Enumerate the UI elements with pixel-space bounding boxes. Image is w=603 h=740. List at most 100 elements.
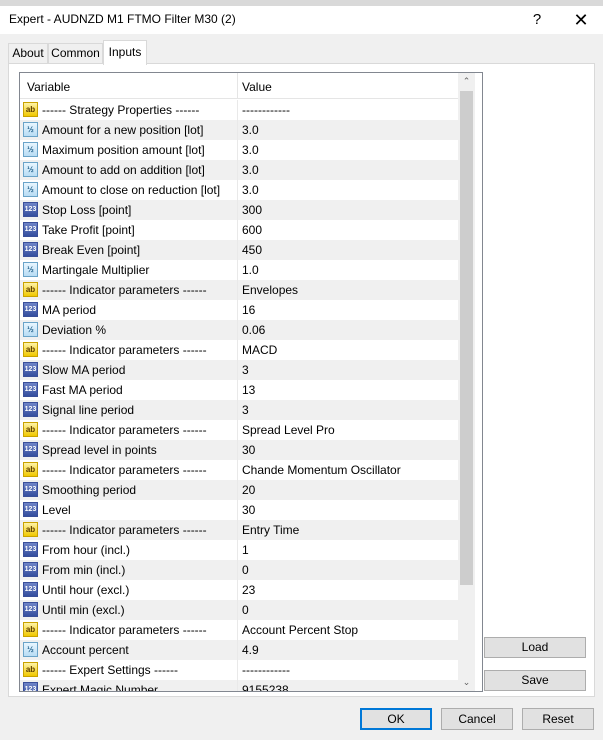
- table-row[interactable]: 123 Signal line period 3: [20, 400, 458, 420]
- variable-value[interactable]: 3.0: [242, 143, 259, 157]
- column-header-variable[interactable]: Variable: [27, 80, 70, 94]
- variable-value[interactable]: 450: [242, 243, 262, 257]
- variable-value[interactable]: 16: [242, 303, 255, 317]
- variable-value[interactable]: 0: [242, 563, 249, 577]
- table-row[interactable]: 123 Level 30: [20, 500, 458, 520]
- integer-type-icon: 123: [23, 222, 38, 237]
- double-type-icon: ½: [23, 262, 38, 277]
- column-separator[interactable]: [237, 73, 238, 99]
- scroll-up-icon[interactable]: ⌃: [458, 73, 475, 90]
- tab-common[interactable]: Common: [48, 43, 103, 63]
- variable-value[interactable]: Chande Momentum Oscillator: [242, 463, 401, 477]
- help-icon[interactable]: ?: [527, 9, 547, 31]
- vertical-scrollbar[interactable]: ⌃ ⌄: [458, 73, 475, 691]
- ok-button[interactable]: OK: [360, 708, 432, 730]
- double-type-icon: ½: [23, 122, 38, 137]
- variable-value[interactable]: 0: [242, 603, 249, 617]
- table-row[interactable]: ab ------ Indicator parameters ------ Chan…: [20, 460, 458, 480]
- variable-value[interactable]: 30: [242, 443, 255, 457]
- table-row[interactable]: ½ Deviation % 0.06: [20, 320, 458, 340]
- cell-separator: [237, 280, 238, 300]
- variable-value[interactable]: Entry Time: [242, 523, 299, 537]
- save-button[interactable]: Save: [484, 670, 586, 691]
- table-row[interactable]: ab ------ Indicator parameters ------ Entr…: [20, 520, 458, 540]
- cell-separator: [237, 260, 238, 280]
- cell-separator: [237, 300, 238, 320]
- table-row[interactable]: 123 Expert Magic Number 9155238: [20, 680, 458, 691]
- variable-name: ------ Indicator parameters ------: [42, 623, 207, 637]
- table-row[interactable]: 123 Stop Loss [point] 300: [20, 200, 458, 220]
- variable-value[interactable]: Spread Level Pro: [242, 423, 335, 437]
- table-row[interactable]: 123 Until hour (excl.) 23: [20, 580, 458, 600]
- cancel-button[interactable]: Cancel: [441, 708, 513, 730]
- variable-name: Amount to add on addition [lot]: [42, 163, 205, 177]
- table-row[interactable]: 123 Slow MA period 3: [20, 360, 458, 380]
- integer-type-icon: 123: [23, 362, 38, 377]
- variable-value[interactable]: 3.0: [242, 163, 259, 177]
- table-row[interactable]: ab ------ Indicator parameters ------ MACD: [20, 340, 458, 360]
- variable-value[interactable]: Account Percent Stop: [242, 623, 358, 637]
- variable-name: Until min (excl.): [42, 603, 125, 617]
- table-row[interactable]: 123 Spread level in points 30: [20, 440, 458, 460]
- table-row[interactable]: 123 From min (incl.) 0: [20, 560, 458, 580]
- cell-separator: [237, 680, 238, 691]
- integer-type-icon: 123: [23, 682, 38, 691]
- variable-value[interactable]: 3.0: [242, 123, 259, 137]
- variable-value[interactable]: 9155238: [242, 683, 289, 691]
- variable-name: Slow MA period: [42, 363, 126, 377]
- variable-value[interactable]: 4.9: [242, 643, 259, 657]
- table-row[interactable]: ½ Amount to close on reduction [lot] 3.0: [20, 180, 458, 200]
- table-row[interactable]: ab ------ Indicator parameters ------ Spre…: [20, 420, 458, 440]
- scroll-down-icon[interactable]: ⌄: [458, 674, 475, 691]
- table-row[interactable]: ½ Martingale Multiplier 1.0: [20, 260, 458, 280]
- variable-value[interactable]: 20: [242, 483, 255, 497]
- table-row[interactable]: ½ Maximum position amount [lot] 3.0: [20, 140, 458, 160]
- variable-value[interactable]: Envelopes: [242, 283, 298, 297]
- table-row[interactable]: ab ------ Indicator parameters ------ Acco…: [20, 620, 458, 640]
- integer-type-icon: 123: [23, 382, 38, 397]
- variable-value[interactable]: 30: [242, 503, 255, 517]
- grid-header: Variable Value: [20, 73, 458, 99]
- reset-button[interactable]: Reset: [522, 708, 594, 730]
- table-row[interactable]: 123 Smoothing period 20: [20, 480, 458, 500]
- variable-value[interactable]: ------------: [242, 103, 290, 117]
- table-row[interactable]: ½ Account percent 4.9: [20, 640, 458, 660]
- table-row[interactable]: 123 Break Even [point] 450: [20, 240, 458, 260]
- tab-about[interactable]: About: [8, 43, 48, 63]
- scroll-thumb[interactable]: [460, 91, 473, 585]
- variable-value[interactable]: 1: [242, 543, 249, 557]
- table-row[interactable]: 123 Take Profit [point] 600: [20, 220, 458, 240]
- variable-name: Level: [42, 503, 71, 517]
- variable-name: From min (incl.): [42, 563, 126, 577]
- table-row[interactable]: ½ Amount for a new position [lot] 3.0: [20, 120, 458, 140]
- variable-value[interactable]: 3: [242, 403, 249, 417]
- table-row[interactable]: ½ Amount to add on addition [lot] 3.0: [20, 160, 458, 180]
- tab-inputs[interactable]: Inputs: [103, 40, 147, 65]
- column-header-value[interactable]: Value: [242, 80, 272, 94]
- integer-type-icon: 123: [23, 302, 38, 317]
- cell-separator: [237, 380, 238, 400]
- variable-name: ------ Indicator parameters ------: [42, 283, 207, 297]
- variable-value[interactable]: 0.06: [242, 323, 265, 337]
- close-icon[interactable]: ✕: [566, 9, 596, 31]
- table-row[interactable]: ab ------ Indicator parameters ------ Enve…: [20, 280, 458, 300]
- table-row[interactable]: 123 Until min (excl.) 0: [20, 600, 458, 620]
- variable-value[interactable]: MACD: [242, 343, 277, 357]
- table-row[interactable]: ab ------ Strategy Properties ------ -----…: [20, 100, 458, 120]
- table-row[interactable]: 123 Fast MA period 13: [20, 380, 458, 400]
- variable-value[interactable]: 3.0: [242, 183, 259, 197]
- variable-value[interactable]: 23: [242, 583, 255, 597]
- variable-value[interactable]: 300: [242, 203, 262, 217]
- variable-value[interactable]: 600: [242, 223, 262, 237]
- string-type-icon: ab: [23, 462, 38, 477]
- variable-value[interactable]: 3: [242, 363, 249, 377]
- variable-value[interactable]: 1.0: [242, 263, 259, 277]
- string-type-icon: ab: [23, 282, 38, 297]
- table-row[interactable]: ab ------ Expert Settings ------ ---------…: [20, 660, 458, 680]
- variable-value[interactable]: 13: [242, 383, 255, 397]
- load-button[interactable]: Load: [484, 637, 586, 658]
- table-row[interactable]: 123 MA period 16: [20, 300, 458, 320]
- table-row[interactable]: 123 From hour (incl.) 1: [20, 540, 458, 560]
- integer-type-icon: 123: [23, 242, 38, 257]
- variable-value[interactable]: ------------: [242, 663, 290, 677]
